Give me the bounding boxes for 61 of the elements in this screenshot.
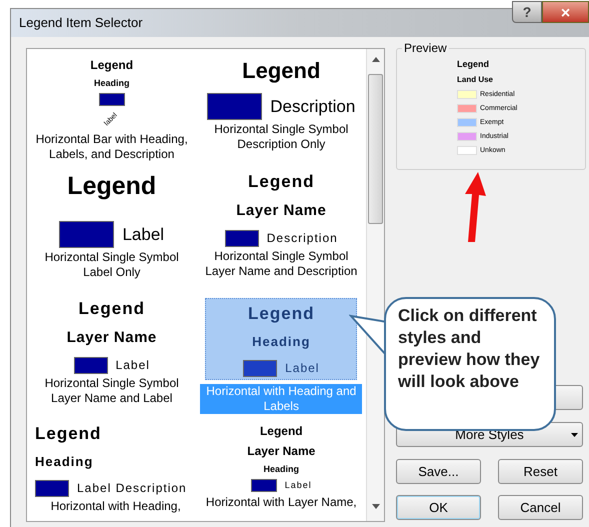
style-item[interactable]: Legend Description Horizontal Single Symbol Description Only <box>196 49 366 163</box>
preview-label: Preview <box>402 41 449 55</box>
style-caption: Horizontal with Heading, <box>50 499 182 514</box>
legend-text: Label Description <box>77 480 187 497</box>
symbol-patch <box>35 480 69 496</box>
scroll-up-icon[interactable] <box>372 57 380 62</box>
legend-text: Legend <box>242 57 320 85</box>
legend-text: Legend <box>78 298 145 320</box>
style-item[interactable]: Legend Heading Label Description Horizontal with Heading, <box>27 415 197 520</box>
symbol-patch <box>74 356 108 374</box>
style-caption: Horizontal Single Symbol Layer Name and Label <box>44 376 180 406</box>
legend-text: Layer Name <box>236 201 326 221</box>
style-caption: Horizontal Bar with Heading, Labels, and Description <box>34 132 189 162</box>
legend-text: Layer Name <box>66 328 157 348</box>
dropdown-caret-icon <box>571 433 578 437</box>
help-button[interactable]: ? <box>512 1 542 23</box>
legend-text: Heading <box>264 463 300 475</box>
scroll-thumb[interactable] <box>368 74 384 224</box>
pointer-arrow <box>462 172 488 242</box>
symbol-patch <box>224 230 259 246</box>
legend-text: Heading <box>252 333 310 351</box>
legend-text: Description <box>270 96 356 118</box>
symbol-patch <box>250 479 277 492</box>
legend-text: Legend <box>67 171 156 201</box>
legend-text: Description <box>266 230 338 247</box>
style-item[interactable]: Legend Layer Name Heading Label Horizontal with Layer Name, <box>196 415 366 520</box>
scrollbar[interactable] <box>366 49 384 521</box>
symbol-patch <box>98 93 125 106</box>
symbol-patch <box>243 360 278 376</box>
legend-text: Label <box>122 224 164 246</box>
legend-text: Legend <box>248 171 314 193</box>
preview-legend-title: Legend <box>457 58 490 70</box>
legend-text: Heading <box>94 77 130 89</box>
legend-text: Legend <box>35 423 102 445</box>
legend-text: Label <box>116 357 150 374</box>
reset-button[interactable]: Reset <box>498 459 583 484</box>
style-caption: Horizontal Single Symbol Layer Name and Description <box>204 249 358 279</box>
style-item[interactable]: Legend Heading Label Horizontal with Heading and Labels <box>196 290 366 415</box>
style-item[interactable]: Legend Layer Name Description Horizontal Single Symbol Layer Name and Description <box>196 163 366 290</box>
callout-text: Click on different styles and preview how they will look above <box>398 305 541 393</box>
style-caption: Horizontal with Heading and Labels <box>200 384 362 414</box>
cancel-button[interactable]: Cancel <box>498 495 583 520</box>
legend-text: Legend <box>260 423 303 439</box>
legend-text: Layer Name <box>247 443 316 459</box>
style-item[interactable]: Legend Layer Name Label Horizontal Single Symbol Layer Name and Label <box>27 290 197 415</box>
legend-text: Label <box>285 360 320 377</box>
preview-layer-name: Land Use <box>457 75 494 85</box>
window-title: Legend Item Selector <box>19 14 143 32</box>
symbol-patch <box>59 221 114 248</box>
save-button[interactable]: Save... <box>396 459 481 484</box>
legend-text: Label <box>284 479 312 492</box>
legend-text: Legend <box>90 57 134 73</box>
symbol-patch <box>207 93 262 120</box>
legend-text: Legend <box>248 303 314 325</box>
style-caption: Horizontal Single Symbol Description Only <box>213 122 350 152</box>
ok-button[interactable]: OK <box>396 495 481 520</box>
scroll-down-icon[interactable] <box>372 504 380 509</box>
style-caption: Horizontal with Layer Name, <box>204 494 358 510</box>
style-item[interactable]: Legend Label Horizontal Single Symbol Label Only <box>27 163 197 290</box>
style-caption: Horizontal Single Symbol Label Only <box>44 250 180 280</box>
legend-text: Heading <box>35 453 94 471</box>
